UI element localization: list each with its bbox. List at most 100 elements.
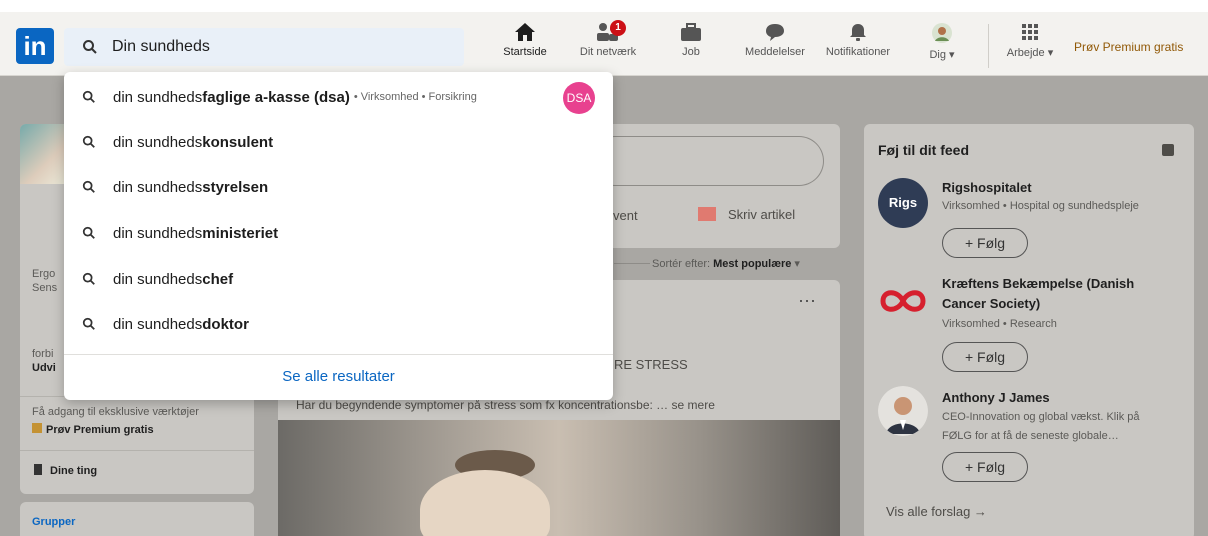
info-icon[interactable] [1162,144,1174,156]
suggestion-item[interactable]: din sundhedsministeriet [64,210,613,256]
follow-button[interactable]: + Følg [942,228,1028,258]
suggestion-prefix: din sundheds [113,88,203,106]
premium-icon [32,423,42,433]
start-post-input[interactable] [590,136,824,186]
divider [20,450,254,451]
dropdown-divider [64,354,613,355]
suggestion-completion: faglige a-kasse (dsa) [202,88,350,106]
sort-value: Mest populære [713,258,792,270]
dsa-logo: DSA [563,82,595,114]
nav-network[interactable]: 1 Dit netværk [570,20,646,70]
nav-notifications-label: Notifikationer [825,46,891,58]
suggestion-prefix: din sundheds [113,224,203,242]
search-icon [83,40,97,54]
suggestion-subtitle: Virksomhed • Hospital og sundhedspleje [942,200,1139,212]
suggestion-text: din sundhedschef [113,271,233,288]
search-icon [82,180,95,193]
suggestion-item[interactable]: din sundhedschef [64,256,613,302]
see-all-results-link[interactable]: Se alle resultater [64,362,613,392]
my-items-link[interactable]: Dine ting [34,464,97,477]
person-avatar[interactable] [878,386,928,436]
search-input[interactable] [112,38,442,56]
profile-stat-value[interactable]: Udvi [32,362,56,374]
suggestion-item[interactable]: din sundhedsfaglige a-kasse (dsa) • Virk… [64,74,613,120]
profile-headline-2: Sens [32,282,58,294]
suggestion-name[interactable]: Rigshospitalet [942,180,1032,195]
suggestion-item[interactable]: din sundhedsstyrelsen [64,164,613,210]
search-bar[interactable] [64,28,464,66]
chevron-down-icon: ▾ [945,49,955,61]
premium-hint: Få adgang til eksklusive værktøjer [32,406,199,418]
nav-messages[interactable]: Meddelelser [736,22,814,70]
follow-button[interactable]: + Følg [942,452,1028,482]
sort-control[interactable]: Sortér efter: Mest populære ▾ [652,257,800,270]
suggestion-item[interactable]: din sundhedsdoktor [64,301,613,347]
sort-label: Sortér efter: [652,258,711,270]
follow-button[interactable]: + Følg [942,342,1028,372]
profile-cover-image [20,124,70,184]
home-icon [515,23,535,41]
suggestion-completion: styrelsen [202,178,269,196]
nav-jobs[interactable]: Job [672,22,710,70]
article-icon [698,207,716,221]
company-logo[interactable]: Rigs [878,178,928,228]
premium-link[interactable]: Prøv Premium gratis [1074,40,1183,54]
suggestion-subtitle: Virksomhed • Research [942,318,1057,330]
suggestion-name[interactable]: Kræftens Bekæmpelse (Danish [942,276,1134,291]
messages-icon [766,24,784,41]
post-image[interactable] [278,420,840,536]
post-text: Har du begyndende symptomer på stress so… [296,398,715,412]
nav-home-label: Startside [503,46,547,58]
more-options-icon[interactable]: ··· [798,290,816,311]
nav-home[interactable]: Startside [496,22,554,76]
suggestion-subtitle: CEO-Innovation og global vækst. Klik på [942,411,1140,423]
suggestion-completion: konsulent [202,133,274,151]
nav-network-label: Dit netværk [579,46,637,58]
kraeftens-logo-icon[interactable] [878,276,928,326]
groups-link[interactable]: Grupper [32,516,75,528]
bookmark-icon [34,464,42,475]
my-items-label: Dine ting [50,465,98,477]
suggestion-meta: • Virksomhed • Forsikring [353,91,477,103]
see-all-suggestions-link[interactable]: Vis alle forslag → [886,504,987,519]
suggestion-completion: chef [202,270,234,288]
feed-title: Føj til dit feed [878,142,969,158]
search-icon [82,90,95,103]
search-icon [82,135,95,148]
suggestion-prefix: din sundheds [113,178,203,196]
sort-divider [614,263,650,264]
suggestion-text: din sundhedskonsulent [113,134,273,151]
search-icon [82,317,95,330]
event-button[interactable]: vent [613,208,638,223]
suggestion-prefix: din sundheds [113,270,203,288]
premium-link-left[interactable]: Prøv Premium gratis [32,423,154,436]
bell-icon [850,24,866,41]
briefcase-icon [681,23,701,41]
window-frame-cover [0,0,1208,12]
linkedin-logo[interactable]: in [16,28,54,64]
suggestion-text: din sundhedsdoktor [113,316,249,333]
nav-separator [988,24,989,68]
suggestion-subtitle-line2: FØLG for at få de seneste globale… [942,430,1119,442]
suggestion-completion: ministeriet [202,224,279,242]
nav-notifications[interactable]: Notifikationer [816,22,900,70]
search-suggestions-dropdown: din sundhedsfaglige a-kasse (dsa) • Virk… [64,72,613,400]
suggestion-text: din sundhedsstyrelsen [113,179,268,196]
nav-messages-label: Meddelelser [745,46,805,58]
profile-headline-1: Ergo [32,268,56,280]
post-headline: RE STRESS [614,357,688,372]
nav-work-label: Arbejde [1006,47,1045,59]
nav-me[interactable]: Dig ▾ [920,22,964,70]
suggestion-text: din sundhedsfaglige a-kasse (dsa) [113,89,350,106]
chevron-down-icon: ▾ [1044,47,1054,59]
suggestion-name[interactable]: Anthony J James [942,390,1050,405]
search-icon [82,272,95,285]
write-article-button[interactable]: Skriv artikel [698,207,795,222]
nav-me-label: Dig [929,49,946,61]
suggestion-name-line2[interactable]: Cancer Society) [942,296,1040,311]
nav-work[interactable]: Arbejde ▾ [998,22,1062,70]
write-article-label: Skriv artikel [728,207,796,222]
suggestion-text: din sundhedsministeriet [113,225,278,242]
suggestion-item[interactable]: din sundhedskonsulent [64,119,613,165]
suggestion-completion: doktor [202,315,249,333]
